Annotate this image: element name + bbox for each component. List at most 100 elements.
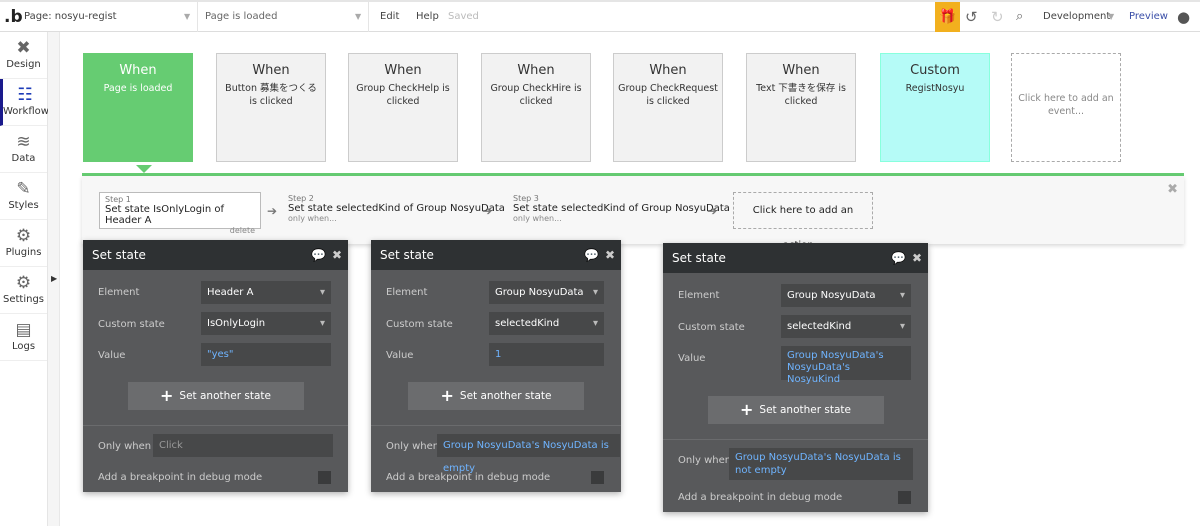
step-3[interactable]: Step 3 Set state selectedKind of Group N… [513,194,730,223]
arrow-right-icon: ➔ [482,204,493,218]
delete-link[interactable]: delete [105,226,255,235]
undo-icon[interactable]: ↺ [965,2,978,32]
custom-state-dropdown[interactable]: selectedKind [781,315,911,338]
saved-status: Saved [448,11,479,22]
breakpoint-checkbox[interactable] [318,471,331,484]
comment-icon[interactable]: 💬 [891,243,906,273]
sidebar-item-settings[interactable]: ⚙ Settings [0,267,47,314]
breakpoint-label: Add a breakpoint in debug mode [386,472,551,483]
chevron-down-icon[interactable]: ▼ [184,2,190,32]
value-label: Value [678,353,706,364]
event-type: When [119,63,157,78]
page-selector[interactable]: Page: nosyu-regist [24,2,117,32]
set-state-panel: Set state 💬✖ Element Group NosyuData Cus… [663,243,928,512]
element-dropdown[interactable]: Header A [201,281,331,304]
event-selector[interactable]: Page is loaded [205,2,277,32]
chevron-down-icon[interactable]: ▼ [355,2,361,32]
value-input[interactable]: 1 [489,343,604,366]
edit-menu[interactable]: Edit [380,2,399,32]
preview-link[interactable]: Preview [1129,2,1168,32]
environment-selector[interactable]: Development [1043,2,1110,32]
set-another-state-button[interactable]: + Set another state [408,382,584,410]
top-bar: .b Page: nosyu-regist ▼ Page is loaded ▼… [0,0,1200,32]
set-another-state-button[interactable]: + Set another state [127,382,304,410]
sidebar-item-label: Styles [8,200,39,211]
panel-header: Set state 💬 ✖ [83,240,348,270]
search-icon[interactable]: ⌕ [1016,2,1023,32]
event-label: Text 下書きを保存 is clicked [756,83,846,107]
element-dropdown[interactable]: Group NosyuData [781,284,911,307]
only-when-input[interactable]: Group NosyuData's NosyuData is not empty [729,448,913,480]
only-when-label: Only when [678,455,732,466]
set-another-state-button[interactable]: + Set another state [707,396,884,424]
element-label: Element [98,287,140,298]
value-input[interactable]: "yes" [201,343,331,366]
step-2[interactable]: Step 2 Set state selectedKind of Group N… [288,194,505,223]
event-card[interactable]: When Group CheckHire is clicked [481,53,591,162]
custom-state-label: Custom state [98,319,165,330]
plus-icon: + [740,400,754,419]
breakpoint-checkbox[interactable] [898,491,911,504]
event-card[interactable]: Custom RegistNosyu [880,53,990,162]
event-label: Group CheckHelp is clicked [356,83,450,107]
add-action-button[interactable]: Click here to add an action... [733,192,873,251]
workflow-icon: ☷ [17,85,33,105]
sidebar-item-plugins[interactable]: ⚙ Plugins [0,220,47,267]
event-card[interactable]: When Group CheckRequest is clicked [613,53,723,162]
gear-icon: ⚙ [15,273,32,293]
custom-state-dropdown[interactable]: selectedKind [489,312,604,335]
event-label: Page is loaded [103,83,173,94]
value-label: Value [98,350,126,361]
divider [371,425,621,426]
value-label: Value [386,350,414,361]
expand-arrow-icon[interactable]: ▶ [51,274,57,283]
sidebar-item-data[interactable]: ≋ Data [0,126,47,173]
breakpoint-checkbox[interactable] [591,471,604,484]
panel-title: Set state [380,248,434,262]
step-1[interactable]: Step 1 Set state IsOnlyLogin of Header A… [99,192,261,235]
close-icon[interactable]: ✖ [605,240,615,270]
event-card[interactable]: When Group CheckHelp is clicked [348,53,458,162]
only-when-input[interactable]: Click [153,434,333,457]
sidebar-item-logs[interactable]: ▤ Logs [0,314,47,361]
event-card[interactable]: When Text 下書きを保存 is clicked [746,53,856,162]
action-steps-bar: Step 1 Set state IsOnlyLogin of Header A… [82,176,1184,251]
step-number: Step 2 [288,194,314,203]
value-input[interactable]: Group NosyuData's NosyuData's NosyuKind [781,346,911,385]
sidebar-item-design[interactable]: ✖ Design [0,32,47,79]
close-icon[interactable]: ✖ [912,243,922,273]
redo-icon[interactable]: ↻ [991,2,1004,32]
custom-state-label: Custom state [386,319,453,330]
database-icon: ≋ [16,132,31,152]
chevron-down-icon[interactable]: ▼ [1108,2,1114,32]
close-icon[interactable]: ✖ [1167,182,1178,197]
event-label: Group CheckHire is clicked [490,83,582,107]
add-event-button[interactable]: Click here to add an event... [1011,53,1121,162]
only-when-input[interactable]: Group NosyuData's NosyuData is empty [437,434,620,474]
event-type: Custom [910,63,960,78]
help-menu[interactable]: Help [416,2,439,32]
selected-event-pointer [136,165,152,173]
sidebar-item-workflow[interactable]: ☷ Workflow [0,79,49,126]
arrow-right-icon: ➔ [267,204,278,218]
user-avatar-icon[interactable]: ● [1177,2,1190,32]
gift-icon[interactable]: 🎁 [935,2,960,32]
comment-icon[interactable]: 💬 [584,240,599,270]
event-card[interactable]: When Page is loaded [83,53,193,162]
custom-state-dropdown[interactable]: IsOnlyLogin [201,312,331,335]
event-type: When [649,63,687,78]
plus-icon: + [440,386,454,405]
design-icon: ✖ [16,38,31,58]
close-icon[interactable]: ✖ [332,240,342,270]
sidebar-item-label: Plugins [5,247,42,258]
breakpoint-label: Add a breakpoint in debug mode [98,472,263,483]
step-number: Step 1 [105,195,131,204]
bubble-logo[interactable]: .b [4,2,23,32]
sidebar-item-styles[interactable]: ✎ Styles [0,173,47,220]
sidebar-item-label: Settings [2,294,44,305]
element-dropdown[interactable]: Group NosyuData [489,281,604,304]
plus-icon: + [160,386,174,405]
event-card[interactable]: When Button 募集をつくる is clicked [216,53,326,162]
comment-icon[interactable]: 💬 [311,240,326,270]
event-type: When [782,63,820,78]
